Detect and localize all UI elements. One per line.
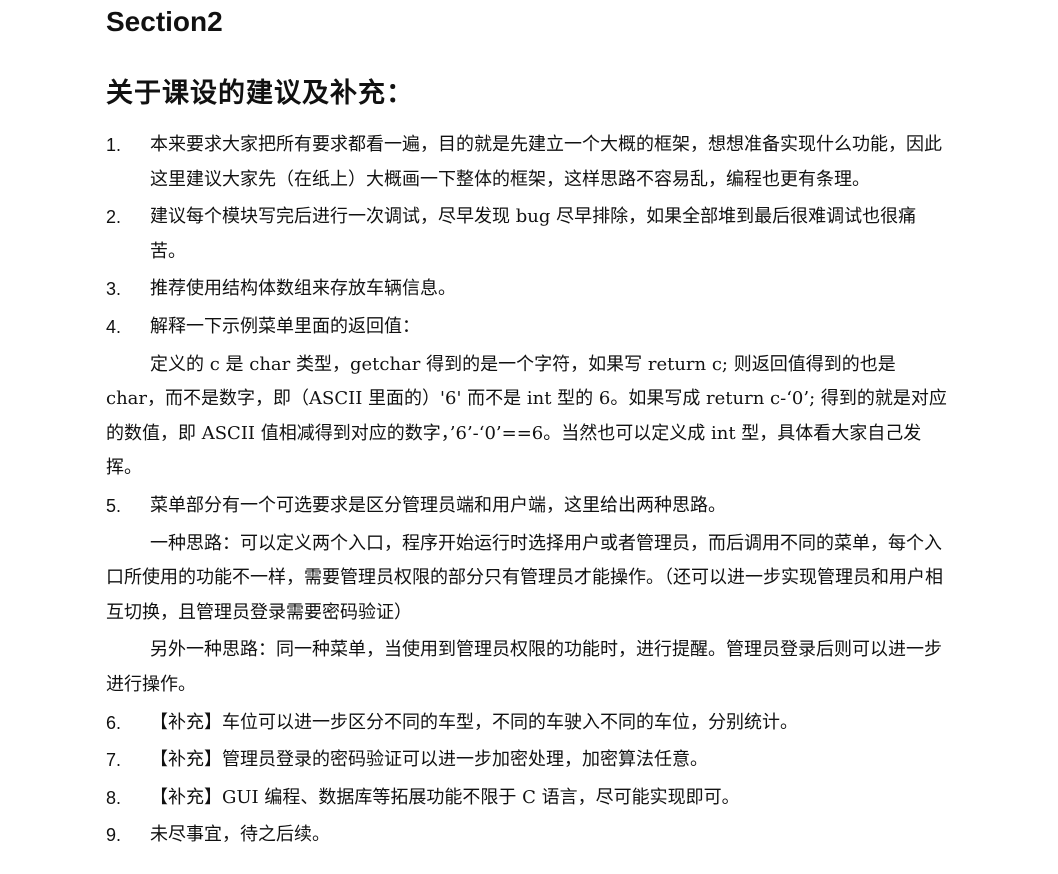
list-item-7: 7. 【补充】管理员登录的密码验证可以进一步加密处理，加密算法任意。 — [106, 743, 948, 778]
list-item-text: 推荐使用结构体数组来存放车辆信息。 — [150, 278, 456, 300]
list-item-4: 4. 解释一下示例菜单里面的返回值： — [106, 310, 948, 345]
document-page: Section2 关于课设的建议及补充： 1. 本来要求大家把所有要求都看一遍，… — [0, 0, 1058, 874]
paragraph-approach-one: 一种思路：可以定义两个入口，程序开始运行时选择用户或者管理员，而后调用不同的菜单… — [106, 532, 943, 623]
list-number: 6. — [106, 712, 122, 733]
list-number: 3. — [106, 279, 122, 300]
paragraph-return-value: 定义的 c 是 char 类型，getchar 得到的是一个字符，如果写 ret… — [106, 353, 947, 479]
list-item-text: 解释一下示例菜单里面的返回值： — [150, 315, 420, 337]
list-item-9: 9. 未尽事宜，待之后续。 — [106, 818, 948, 853]
page-heading: 关于课设的建议及补充： — [106, 78, 414, 109]
list-item-text: 未尽事宜，待之后续。 — [150, 824, 330, 846]
list-number: 2. — [106, 207, 122, 228]
list-item-text: 【补充】管理员登录的密码验证可以进一步加密处理，加密算法任意。 — [150, 749, 708, 771]
list-number: 4. — [106, 316, 122, 337]
list-item-3: 3. 推荐使用结构体数组来存放车辆信息。 — [106, 272, 948, 307]
section-title: Section2 — [106, 6, 223, 37]
list-item-text: 菜单部分有一个可选要求是区分管理员端和用户端，这里给出两种思路。 — [150, 494, 726, 516]
list-item-8: 8. 【补充】GUI 编程、数据库等拓展功能不限于 C 语言，尽可能实现即可。 — [106, 781, 948, 816]
list-item-2: 2. 建议每个模块写完后进行一次调试，尽早发现 bug 尽早排除，如果全部堆到最… — [106, 200, 948, 269]
list-number: 7. — [106, 750, 122, 771]
list-item-1: 1. 本来要求大家把所有要求都看一遍，目的就是先建立一个大概的框架，想想准备实现… — [106, 128, 948, 197]
list-item-text: 本来要求大家把所有要求都看一遍，目的就是先建立一个大概的框架，想想准备实现什么功… — [150, 134, 942, 190]
paragraph-approach-two: 另外一种思路：同一种菜单，当使用到管理员权限的功能时，进行提醒。管理员登录后则可… — [106, 639, 942, 695]
list-number: 5. — [106, 495, 122, 516]
list-item-text: 【补充】GUI 编程、数据库等拓展功能不限于 C 语言，尽可能实现即可。 — [150, 786, 740, 808]
document-body: 1. 本来要求大家把所有要求都看一遍，目的就是先建立一个大概的框架，想想准备实现… — [106, 128, 948, 856]
list-number: 9. — [106, 825, 122, 846]
list-number: 8. — [106, 787, 122, 808]
list-number: 1. — [106, 135, 122, 155]
list-item-text: 建议每个模块写完后进行一次调试，尽早发现 bug 尽早排除，如果全部堆到最后很难… — [150, 206, 917, 262]
list-item-5: 5. 菜单部分有一个可选要求是区分管理员端和用户端，这里给出两种思路。 — [106, 489, 948, 524]
list-item-text: 【补充】车位可以进一步区分不同的车型，不同的车驶入不同的车位，分别统计。 — [150, 711, 798, 733]
list-item-6: 6. 【补充】车位可以进一步区分不同的车型，不同的车驶入不同的车位，分别统计。 — [106, 706, 948, 741]
